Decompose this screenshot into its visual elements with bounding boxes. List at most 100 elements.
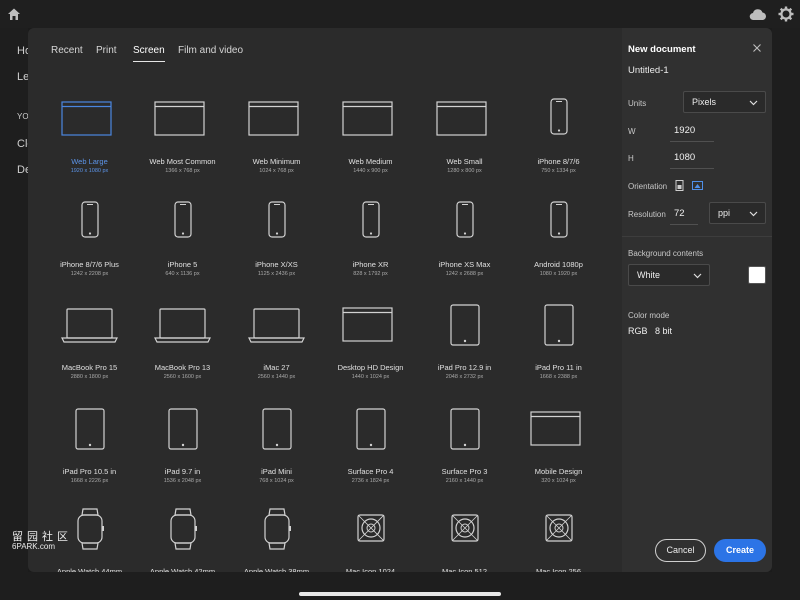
background-contents-value: White (637, 270, 661, 280)
preset-card[interactable]: Desktop HD Design 1440 x 1024 px (324, 304, 417, 404)
cloud-icon[interactable] (749, 7, 767, 21)
preset-card[interactable]: iPhone 5 640 x 1136 px (136, 201, 229, 301)
preset-name: Android 1080p (534, 260, 583, 269)
resolution-unit-dropdown[interactable]: ppi (709, 202, 766, 224)
orientation-label: Orientation (628, 182, 668, 191)
panel-divider (622, 236, 772, 237)
width-input[interactable]: 1920 (674, 125, 695, 136)
mac-icon-icon (451, 514, 479, 542)
preset-name: Web Large (71, 157, 108, 166)
color-mode-value[interactable]: RGB (628, 326, 648, 336)
sidebar-item-cloud[interactable]: Clo (17, 138, 28, 150)
preset-name: Surface Pro 3 (441, 467, 488, 476)
preset-size: 2560 x 1600 px (163, 374, 202, 380)
portrait-orientation-icon[interactable] (674, 180, 685, 191)
preset-grid: Web Large 1920 x 1080 px Web Most Common 13… (28, 88, 622, 572)
laptop-icon (248, 308, 305, 343)
background-contents-dropdown[interactable]: White (628, 264, 710, 286)
preset-size: 828 x 1792 px (353, 271, 388, 277)
tablet-icon (450, 304, 480, 346)
phone-icon (362, 201, 380, 238)
preset-card[interactable]: Web Medium 1440 x 900 px (324, 98, 417, 198)
preset-card[interactable]: iPad 9.7 in 1536 x 2048 px (136, 408, 229, 508)
preset-card[interactable]: iPad Pro 10.5 in 1668 x 2226 px (43, 408, 136, 508)
preset-size: 1024 x 768 px (259, 168, 294, 174)
preset-card[interactable]: Web Minimum 1024 x 768 px (230, 98, 323, 198)
tablet-icon (356, 408, 386, 450)
preset-card[interactable]: iPhone 8/7/6 750 x 1334 px (512, 98, 605, 198)
app-top-bar (0, 0, 800, 28)
background-color-swatch[interactable] (748, 266, 766, 284)
chevron-down-icon (693, 273, 702, 279)
landscape-orientation-icon[interactable] (692, 180, 703, 191)
browser-icon (342, 101, 393, 136)
height-input[interactable]: 1080 (674, 152, 695, 163)
preset-card[interactable]: iPad Pro 11 in 1668 x 2388 px (512, 304, 605, 404)
new-document-dialog: Recent Print Screen Film and video Web L… (28, 28, 772, 572)
close-icon[interactable] (752, 43, 762, 53)
preset-size: 750 x 1334 px (541, 168, 576, 174)
tab-recent[interactable]: Recent (51, 45, 83, 56)
preset-size: 1668 x 2226 px (70, 478, 109, 484)
preset-name: Mac Icon 1024 (345, 567, 396, 572)
preset-card[interactable]: Mac Icon 256 (512, 508, 605, 572)
chevron-down-icon (749, 211, 758, 217)
preset-card[interactable]: iPad Mini 768 x 1024 px (230, 408, 323, 508)
preset-name: Web Small (446, 157, 483, 166)
cancel-button[interactable]: Cancel (655, 539, 706, 562)
create-button[interactable]: Create (714, 539, 766, 562)
preset-card[interactable]: MacBook Pro 15 2880 x 1800 px (43, 304, 136, 404)
watermark-line-2: 6PARK.com (12, 542, 55, 551)
gear-icon[interactable] (778, 6, 794, 22)
preset-size: 2560 x 1440 px (257, 374, 296, 380)
preset-card[interactable]: iPhone 8/7/6 Plus 1242 x 2208 px (43, 201, 136, 301)
home-indicator[interactable] (299, 592, 501, 596)
preset-card[interactable]: Web Small 1280 x 800 px (418, 98, 511, 198)
preset-name: MacBook Pro 15 (61, 363, 118, 372)
laptop-icon (61, 308, 118, 343)
preset-size: 1536 x 2048 px (163, 478, 202, 484)
preset-size: 1242 x 2208 px (70, 271, 109, 277)
preset-card[interactable]: Mobile Design 320 x 1024 px (512, 408, 605, 508)
preset-card[interactable]: iPhone X/XS 1125 x 2436 px (230, 201, 323, 301)
tab-print[interactable]: Print (96, 45, 117, 56)
preset-card[interactable]: iPad Pro 12.9 in 2048 x 2732 px (418, 304, 511, 404)
preset-card[interactable]: Mac Icon 512 (418, 508, 511, 572)
preset-card[interactable]: iPhone XS Max 1242 x 2688 px (418, 201, 511, 301)
preset-name: iPhone XR (352, 260, 389, 269)
preset-card[interactable]: iPhone XR 828 x 1792 px (324, 201, 417, 301)
sidebar-item-deleted[interactable]: De (17, 164, 28, 176)
preset-card[interactable]: Apple Watch 42mm (136, 508, 229, 572)
preset-card[interactable]: Apple Watch 38mm (230, 508, 323, 572)
bit-depth-value[interactable]: 8 bit (655, 326, 672, 336)
preset-card[interactable]: Web Most Common 1366 x 768 px (136, 98, 229, 198)
sidebar-item-learn[interactable]: Le (17, 71, 28, 83)
sidebar-item-home[interactable]: Ho (17, 45, 28, 57)
preset-name: iPad Mini (261, 467, 292, 476)
preset-size: 2048 x 2732 px (445, 374, 484, 380)
browser-icon (248, 101, 299, 136)
tab-screen[interactable]: Screen (133, 45, 165, 62)
preset-card[interactable]: Mac Icon 1024 (324, 508, 417, 572)
browser-icon (61, 101, 112, 136)
preset-tabs: Recent Print Screen Film and video (28, 28, 622, 68)
preset-size: 2736 x 1824 px (351, 478, 390, 484)
preset-card[interactable]: Web Large 1920 x 1080 px (43, 98, 136, 198)
preset-name: Desktop HD Design (337, 363, 404, 372)
chevron-down-icon (749, 100, 758, 106)
preset-size: 1080 x 1920 px (539, 271, 578, 277)
color-mode-label: Color mode (628, 311, 670, 320)
units-dropdown[interactable]: Pixels (683, 91, 766, 113)
phone-icon (550, 201, 568, 238)
preset-card[interactable]: Surface Pro 3 2160 x 1440 px (418, 408, 511, 508)
preset-name: iPhone 5 (167, 260, 198, 269)
preset-card[interactable]: MacBook Pro 13 2560 x 1600 px (136, 304, 229, 404)
preset-card[interactable]: Android 1080p 1080 x 1920 px (512, 201, 605, 301)
home-icon[interactable] (7, 7, 21, 21)
resolution-input[interactable]: 72 (674, 208, 685, 219)
preset-size: 640 x 1136 px (165, 271, 200, 277)
preset-card[interactable]: iMac 27 2560 x 1440 px (230, 304, 323, 404)
preset-card[interactable]: Surface Pro 4 2736 x 1824 px (324, 408, 417, 508)
tab-film-and-video[interactable]: Film and video (178, 45, 243, 56)
document-name-field[interactable]: Untitled-1 (628, 65, 669, 76)
